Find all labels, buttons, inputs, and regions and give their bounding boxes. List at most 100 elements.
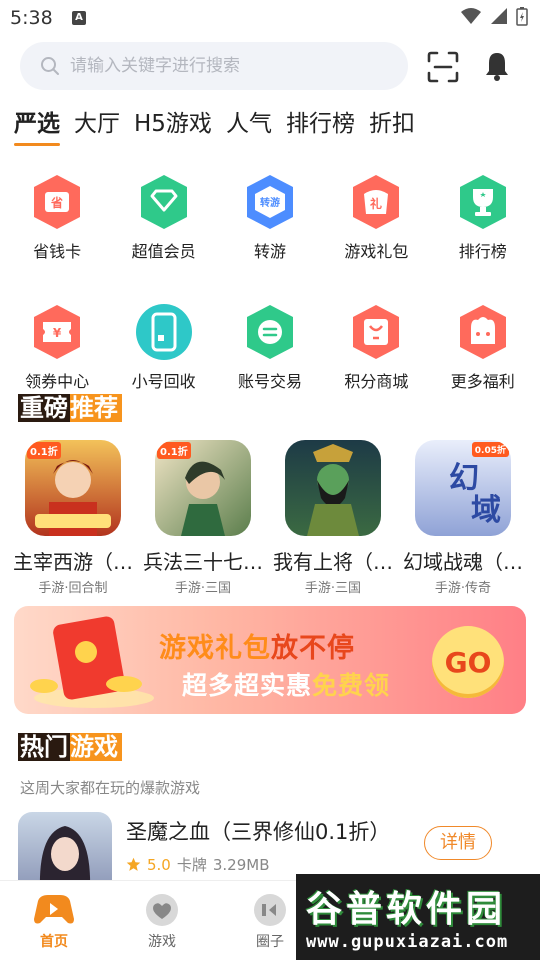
feature-grid-row: 省 省钱卡 超值会员 转游 转游 礼 游戏礼包 排行榜 [0,172,540,262]
nav-label: 圈子 [256,934,284,950]
game-name: 幻域战魂（… [403,550,523,574]
phone-recycle-icon [134,302,194,362]
grid-label: 积分商城 [344,372,409,391]
discount-badge: 0.1折 [27,442,61,459]
watermark-url: www.gupuxiazai.com [306,932,509,952]
vip-diamond-icon [134,172,194,232]
section-title-recommend: 重磅推荐 [18,390,122,426]
banner-headline: 游戏礼包放不停 [159,626,355,665]
section-title-part: 热门 [18,733,70,761]
home-gamepad-icon [34,895,74,924]
circle-community-icon [254,894,286,926]
banner-subline-part: 超多超实惠 [182,671,313,700]
game-card[interactable]: 0.1折 主宰西游（… 手游·回合制 [13,440,133,596]
game-tag: 手游·回合制 [38,581,108,596]
game-tag: 手游·三国 [174,581,232,596]
category-tabs: 严选 大厅 H5游戏 人气 排行榜 折扣 [14,104,415,146]
svg-text:幻: 幻 [449,461,479,496]
wifi-icon [461,8,481,24]
tab-ranking[interactable]: 排行榜 [286,104,355,146]
grid-item-account-recycle[interactable]: 小号回收 [111,302,217,392]
game-type: 卡牌 [176,856,207,874]
grid-item-gift-pack[interactable]: 礼 游戏礼包 [323,172,429,262]
points-mall-icon [346,302,406,362]
battery-icon [516,7,528,26]
scan-icon[interactable] [426,50,460,84]
notification-a-icon: A [72,11,86,25]
search-input[interactable] [70,56,370,76]
game-name: 主宰西游（… [13,550,133,574]
game-score: 5.0 [147,855,171,874]
banner-go-button[interactable]: GO [432,626,504,698]
game-name: 我有上将（… [273,550,393,574]
game-icon [285,440,381,536]
discount-badge: 0.05折 [471,442,509,457]
red-envelope-icon [30,616,154,708]
account-trade-icon [240,302,300,362]
tab-h5-games[interactable]: H5游戏 [134,104,212,146]
grid-item-account-trade[interactable]: 账号交易 [217,302,323,392]
svg-text:¥: ¥ [53,326,62,340]
grid-item-savings-card[interactable]: 省 省钱卡 [4,172,110,262]
svg-text:礼: 礼 [370,196,382,211]
tab-discount[interactable]: 折扣 [369,104,415,146]
grid-item-ranking[interactable]: 排行榜 [430,172,536,262]
banner-headline-part: 游戏礼包 [159,633,271,664]
trophy-icon [453,172,513,232]
nav-circle[interactable]: 圈子 [235,893,305,951]
nav-home[interactable]: 首页 [19,893,89,951]
game-icon: 0.1折 [25,440,121,536]
game-card[interactable]: 我有上将（… 手游·三国 [273,440,393,596]
section-title-hot: 热门游戏 [18,729,122,765]
svg-text:域: 域 [471,493,501,528]
game-meta: 5.0 卡牌 3.29MB [126,854,270,875]
details-button[interactable]: 详情 [424,826,492,860]
banner-headline-part: 放不停 [271,633,355,664]
search-icon [41,57,59,75]
notification-bell-icon[interactable] [482,50,512,82]
banner-subline: 超多超实惠免费领 [182,666,390,702]
gift-pack-icon: 礼 [346,172,406,232]
game-title: 圣魔之血（三界修仙0.1折） [126,820,391,844]
grid-label: 排行榜 [458,242,507,261]
watermark-brand: 谷普软件园 [306,889,507,930]
tab-featured[interactable]: 严选 [14,104,60,146]
status-bar: 5:38 A [0,0,540,36]
star-icon [126,857,141,871]
nav-label: 游戏 [148,934,176,950]
grid-item-points-mall[interactable]: 积分商城 [323,302,429,392]
signal-icon [491,8,507,24]
transfer-game-icon: 转游 [240,172,300,232]
nav-label: 首页 [40,934,68,950]
grid-item-coupons[interactable]: ¥ 领券中心 [4,302,110,392]
svg-text:转游: 转游 [260,196,280,209]
search-bar[interactable] [20,42,408,90]
game-icon: 幻域 0.05折 [415,440,511,536]
banner-subline-part: 免费领 [312,671,391,700]
tab-popular[interactable]: 人气 [226,104,272,146]
grid-item-more-benefits[interactable]: 更多福利 [430,302,536,392]
grid-label: 游戏礼包 [344,242,409,261]
grid-label: 省钱卡 [33,242,82,261]
grid-label: 更多福利 [450,372,515,391]
game-icon: 0.1折 [155,440,251,536]
game-card[interactable]: 幻域 0.05折 幻域战魂（… 手游·传奇 [403,440,523,596]
grid-item-transfer[interactable]: 转游 转游 [217,172,323,262]
grid-item-vip[interactable]: 超值会员 [111,172,217,262]
more-benefits-icon [453,302,513,362]
game-tag: 手游·三国 [304,581,362,596]
tab-hall[interactable]: 大厅 [74,104,120,146]
game-card[interactable]: 0.1折 兵法三十七… 手游·三国 [143,440,263,596]
section-title-part: 推荐 [70,394,122,422]
status-time: 5:38 [10,7,53,29]
gift-pack-banner[interactable]: 游戏礼包放不停 超多超实惠免费领 GO [14,606,526,714]
nav-games[interactable]: 游戏 [127,893,197,951]
feature-grid-row: ¥ 领券中心 小号回收 账号交易 积分商城 更多福利 [0,302,540,392]
recommend-games: 0.1折 主宰西游（… 手游·回合制 0.1折 兵法三十七… 手游·三国 我有上… [13,440,523,596]
status-icons [460,6,528,26]
coupon-icon: ¥ [27,302,87,362]
games-heart-icon [146,894,178,926]
site-watermark: 谷普软件园 www.gupuxiazai.com [296,874,540,960]
grid-label: 小号回收 [131,372,196,391]
game-size: 3.29MB [212,855,270,874]
